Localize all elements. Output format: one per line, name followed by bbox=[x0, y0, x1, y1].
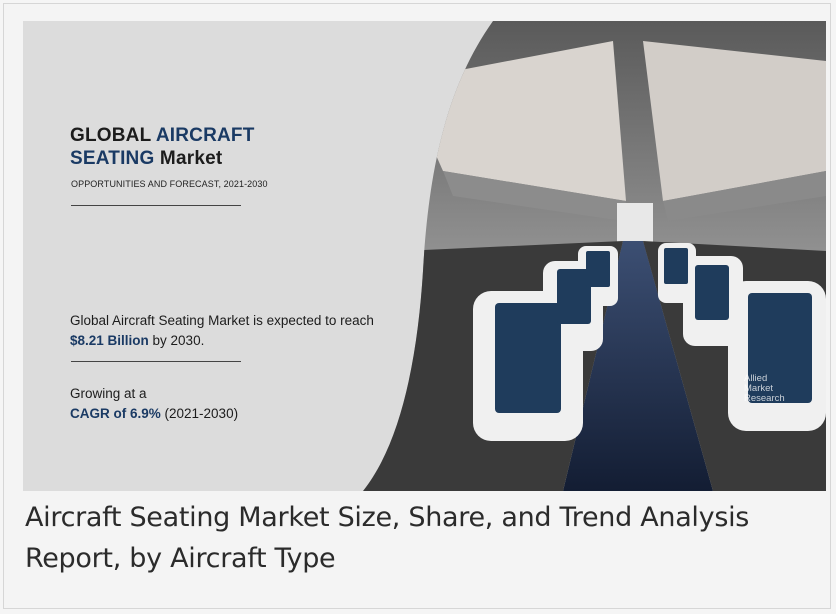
publisher-watermark: Allied Market Research bbox=[744, 373, 785, 404]
cagr-statement: Growing at a CAGR of 6.9% (2021-2030) bbox=[70, 386, 239, 421]
report-info-panel: GLOBAL AIRCRAFT SEATING Market OPPORTUNIT… bbox=[43, 76, 513, 436]
report-caption-link[interactable]: Aircraft Seating Market Size, Share, and… bbox=[25, 497, 815, 579]
report-title: GLOBAL AIRCRAFT SEATING Market bbox=[70, 125, 255, 169]
report-cover-image[interactable]: GLOBAL AIRCRAFT SEATING Market OPPORTUNIT… bbox=[23, 21, 826, 491]
market-value: $8.21 Billion bbox=[70, 333, 149, 348]
report-card: GLOBAL AIRCRAFT SEATING Market OPPORTUNIT… bbox=[3, 3, 831, 609]
divider bbox=[71, 205, 241, 206]
divider bbox=[71, 361, 241, 362]
cagr-value: CAGR of 6.9% bbox=[70, 406, 161, 421]
market-value-statement: Global Aircraft Seating Market is expect… bbox=[70, 313, 374, 348]
report-subtitle: OPPORTUNITIES AND FORECAST, 2021-2030 bbox=[71, 179, 268, 189]
